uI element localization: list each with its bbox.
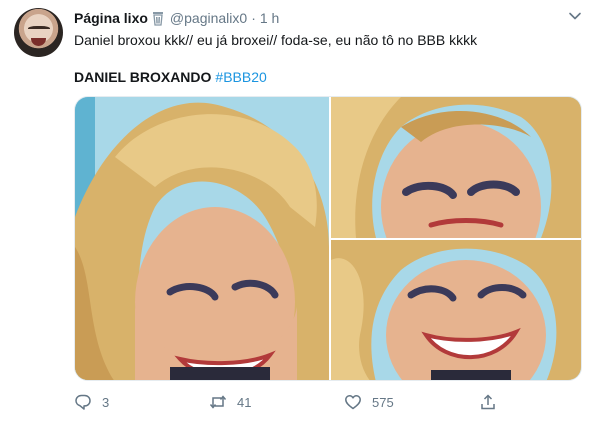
like-count: 575 bbox=[372, 394, 394, 410]
tweet-text: Daniel broxou kkk// eu já broxei// foda-… bbox=[74, 32, 478, 48]
tweet-header: Página lixo @paginalix0 · 1 h bbox=[74, 9, 279, 27]
photo-1[interactable] bbox=[75, 97, 329, 380]
retweet-button[interactable]: 41 bbox=[209, 392, 251, 412]
like-button[interactable]: 575 bbox=[344, 392, 394, 412]
reply-icon bbox=[74, 393, 92, 411]
hashtag-link[interactable]: #BBB20 bbox=[215, 69, 266, 85]
chevron-down-icon[interactable] bbox=[568, 9, 582, 23]
caption-bold-text: DANIEL BROXANDO bbox=[74, 69, 212, 85]
reply-count: 3 bbox=[102, 394, 110, 410]
retweet-count: 41 bbox=[237, 394, 252, 410]
media-grid bbox=[74, 96, 582, 381]
photo-3[interactable] bbox=[331, 240, 581, 380]
action-bar: 3 41 575 bbox=[74, 392, 574, 412]
user-handle[interactable]: @paginalix0 bbox=[170, 10, 247, 26]
tweet-caption: DANIEL BROXANDO #BBB20 bbox=[74, 68, 267, 86]
avatar[interactable] bbox=[14, 8, 63, 57]
trash-can-icon bbox=[151, 11, 165, 26]
separator-dot: · bbox=[251, 10, 256, 26]
heart-icon bbox=[344, 393, 362, 411]
reply-button[interactable]: 3 bbox=[74, 392, 109, 412]
avatar-mouth bbox=[31, 38, 46, 46]
share-icon bbox=[479, 393, 497, 411]
timestamp[interactable]: 1 h bbox=[260, 10, 279, 26]
avatar-eyes bbox=[28, 26, 50, 32]
tweet[interactable]: Página lixo @paginalix0 · 1 h Daniel bro… bbox=[0, 0, 597, 432]
display-name[interactable]: Página lixo bbox=[74, 10, 148, 26]
photo-2[interactable] bbox=[331, 97, 581, 238]
retweet-icon bbox=[209, 393, 227, 411]
share-button[interactable] bbox=[479, 392, 497, 412]
